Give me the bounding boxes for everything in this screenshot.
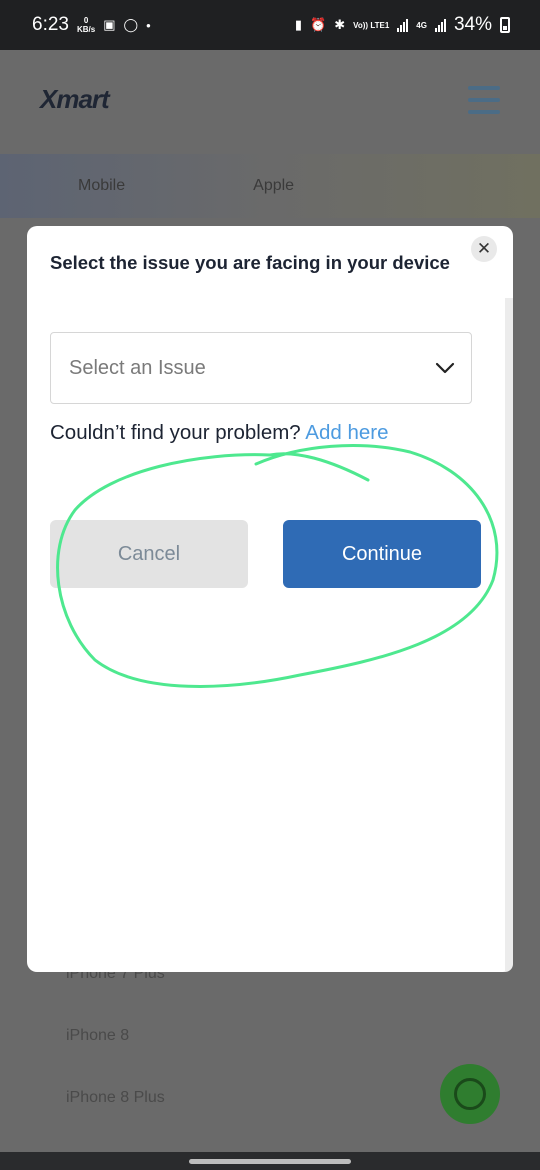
volte-label: Vo)) LTE1 bbox=[353, 20, 390, 30]
background-tabs: Mobile Apple bbox=[0, 154, 540, 218]
site-logo: Xmart bbox=[40, 84, 110, 114]
help-text: Couldn’t find your problem? bbox=[50, 421, 301, 444]
network-speed-value: 0 bbox=[83, 16, 89, 25]
status-left: 6:23 0 KB/s ▣ ◯ • bbox=[32, 14, 151, 36]
modal-title: Select the issue you are facing in your … bbox=[50, 252, 450, 273]
background-header: Xmart bbox=[0, 50, 540, 154]
continue-button[interactable]: Continue bbox=[283, 520, 481, 588]
close-button[interactable]: ✕ bbox=[471, 236, 497, 262]
cancel-button[interactable]: Cancel bbox=[50, 520, 248, 588]
chevron-down-icon bbox=[435, 362, 455, 374]
battery-percent: 34% bbox=[453, 14, 492, 35]
loading-icon: ◯ bbox=[123, 17, 139, 32]
navigation-bar bbox=[0, 1152, 540, 1170]
dot-icon: • bbox=[146, 17, 151, 33]
issue-select-placeholder: Select an Issue bbox=[69, 356, 206, 379]
modal-scrollbar[interactable] bbox=[505, 298, 513, 972]
battery-saver-icon: ▮ bbox=[294, 17, 303, 32]
alarm-icon: ⏰ bbox=[310, 17, 327, 32]
home-handle[interactable] bbox=[189, 1158, 351, 1164]
network-speed: 0 KB/s bbox=[77, 16, 95, 34]
status-bar: 6:23 0 KB/s ▣ ◯ • ▮ ⏰ ✱ Vo)) LTE1 4G 34% bbox=[0, 0, 540, 50]
help-line: Couldn’t find your problem? Add here bbox=[50, 421, 388, 445]
issue-select[interactable]: Select an Issue bbox=[50, 332, 472, 404]
list-item: iPhone 8 bbox=[66, 1027, 130, 1044]
gallery-icon: ▣ bbox=[103, 17, 116, 32]
battery-icon bbox=[500, 17, 510, 33]
status-time: 6:23 bbox=[32, 14, 69, 35]
tab-apple: Apple bbox=[253, 177, 295, 194]
network-speed-unit: KB/s bbox=[76, 25, 96, 34]
issue-modal: Select the issue you are facing in your … bbox=[27, 226, 513, 972]
list-item: iPhone 8 Plus bbox=[66, 1089, 165, 1106]
status-right: ▮ ⏰ ✱ Vo)) LTE1 4G 34% bbox=[295, 14, 510, 36]
bluetooth-icon: ✱ bbox=[334, 17, 346, 32]
tab-mobile: Mobile bbox=[78, 177, 126, 194]
add-here-link[interactable]: Add here bbox=[305, 421, 388, 444]
network-type: 4G bbox=[416, 20, 427, 30]
whatsapp-icon bbox=[440, 1064, 500, 1124]
hamburger-menu-icon bbox=[468, 86, 500, 114]
signal-icon bbox=[397, 18, 409, 32]
background-list: iPhone 7 Plus iPhone 8 iPhone 8 Plus bbox=[66, 962, 165, 1148]
signal-icon-2 bbox=[434, 18, 446, 32]
close-icon: ✕ bbox=[476, 239, 492, 258]
